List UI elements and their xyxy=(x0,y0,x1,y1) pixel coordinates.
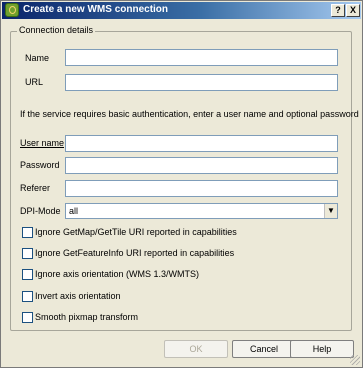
username-field-box xyxy=(65,135,338,152)
password-input[interactable] xyxy=(66,158,337,173)
url-input[interactable] xyxy=(66,75,337,90)
ignore-getmap-checkbox[interactable] xyxy=(22,227,33,238)
username-input[interactable] xyxy=(66,136,337,151)
qgis-logo-icon xyxy=(5,3,19,17)
url-label: URL xyxy=(25,77,44,87)
referer-input[interactable] xyxy=(66,181,337,196)
smooth-pixmap-checkbox[interactable] xyxy=(22,312,33,323)
auth-note: If the service requires basic authentica… xyxy=(20,109,359,119)
chevron-down-icon[interactable]: ▼ xyxy=(324,204,337,218)
dialog-window: Create a new WMS connection ? X Connecti… xyxy=(0,0,363,368)
invert-axis-orientation-checkbox[interactable] xyxy=(22,291,33,302)
ignore-getfeatureinfo-checkbox[interactable] xyxy=(22,248,33,259)
group-title: Connection details xyxy=(17,25,96,35)
name-field-box xyxy=(65,49,338,66)
close-button[interactable]: X xyxy=(346,4,360,17)
ignore-getfeatureinfo-label: Ignore GetFeatureInfo URI reported in ca… xyxy=(35,248,235,258)
username-label: User name xyxy=(20,138,65,148)
resize-grip-icon[interactable] xyxy=(350,355,360,365)
cancel-button[interactable]: Cancel xyxy=(232,340,296,358)
dialog-title: Create a new WMS connection xyxy=(23,4,169,15)
help-button[interactable]: Help xyxy=(290,340,354,358)
referer-label: Referer xyxy=(20,183,51,193)
referer-field-box xyxy=(65,180,338,197)
invert-axis-orientation-label: Invert axis orientation xyxy=(35,291,121,301)
url-field-box xyxy=(65,74,338,91)
smooth-pixmap-label: Smooth pixmap transform xyxy=(35,312,139,322)
password-label: Password xyxy=(20,160,60,170)
name-label: Name xyxy=(25,53,50,63)
name-input[interactable] xyxy=(66,50,337,65)
dpi-mode-value: all xyxy=(69,206,79,216)
ignore-axis-orientation-label: Ignore axis orientation (WMS 1.3/WMTS) xyxy=(35,269,200,279)
title-bar: Create a new WMS connection ? X xyxy=(2,2,361,19)
ignore-axis-orientation-checkbox[interactable] xyxy=(22,269,33,280)
dpi-mode-label: DPI-Mode xyxy=(20,206,61,216)
ignore-getmap-label: Ignore GetMap/GetTile URI reported in ca… xyxy=(35,227,237,237)
help-title-button[interactable]: ? xyxy=(331,4,345,17)
password-field-box xyxy=(65,157,338,174)
dpi-mode-select[interactable]: all ▼ xyxy=(65,203,338,219)
ok-button[interactable]: OK xyxy=(164,340,228,358)
